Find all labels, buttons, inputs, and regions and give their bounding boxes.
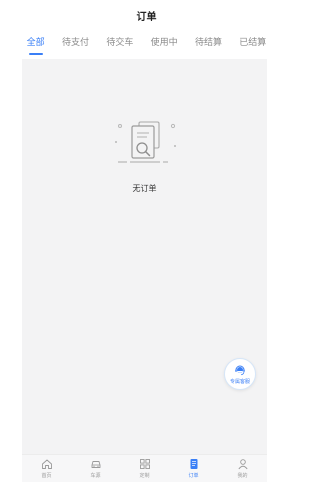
tab-pending-settlement[interactable]: 待结算 [195, 31, 222, 57]
tab-pending-payment[interactable]: 待支付 [62, 31, 89, 57]
order-icon [190, 459, 197, 469]
nav-cars[interactable]: 车源 [76, 458, 116, 479]
nav-profile-label: 我的 [237, 473, 248, 479]
tab-all[interactable]: 全部 [27, 31, 45, 57]
tab-in-use[interactable]: 使用中 [151, 31, 178, 57]
customer-service-label: 专属客服 [229, 379, 250, 385]
document-search-icon [115, 121, 176, 163]
nav-orders-label: 订单 [188, 473, 199, 479]
bottom-nav: 首页 车源 定制 订单 我的 [22, 454, 267, 482]
home-icon [41, 459, 52, 469]
title-bar: 订单 [0, 0, 293, 30]
page-title: 订单 [136, 11, 157, 23]
grid-icon [139, 459, 150, 469]
order-list-area: 无订单 专属客服 [22, 59, 267, 454]
tab-pending-delivery[interactable]: 待交车 [106, 31, 133, 57]
nav-cars-label: 车源 [90, 473, 101, 479]
nav-custom-label: 定制 [139, 473, 150, 479]
car-icon [91, 461, 100, 468]
user-icon [237, 459, 248, 470]
nav-profile[interactable]: 我的 [223, 458, 263, 479]
nav-orders[interactable]: 订单 [174, 458, 214, 479]
nav-home[interactable]: 首页 [27, 458, 67, 479]
order-status-tabs: 全部 待支付 待交车 使用中 待结算 已结算 [0, 31, 293, 57]
tab-settled[interactable]: 已结算 [239, 31, 266, 57]
agent-icon [235, 365, 245, 376]
empty-state-text: 无订单 [132, 184, 157, 193]
nav-custom[interactable]: 定制 [125, 458, 165, 479]
nav-home-label: 首页 [41, 473, 52, 479]
customer-service-button[interactable]: 专属客服 [224, 358, 256, 390]
